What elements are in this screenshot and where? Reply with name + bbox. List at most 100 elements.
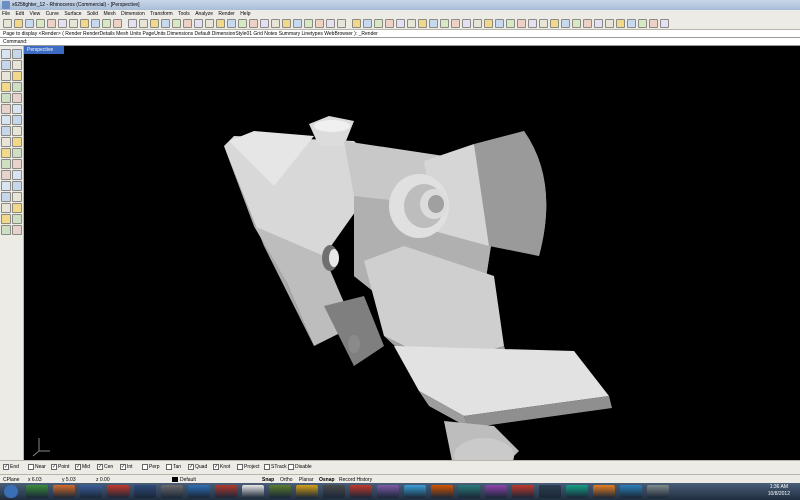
osnap-end[interactable]: ✓ End bbox=[3, 464, 19, 472]
modeling-tool-icon[interactable] bbox=[1, 159, 11, 169]
toolbar-button-icon[interactable] bbox=[484, 19, 493, 28]
menu-render[interactable]: Render bbox=[216, 10, 236, 17]
toolbar-button-icon[interactable] bbox=[616, 19, 625, 28]
modeling-tool-icon[interactable] bbox=[12, 104, 22, 114]
osnap-int-checkbox[interactable]: ✓ bbox=[120, 464, 126, 470]
osnap-mid-checkbox[interactable]: ✓ bbox=[75, 464, 81, 470]
osnap-disable-checkbox[interactable] bbox=[288, 464, 294, 470]
modeling-tool-icon[interactable] bbox=[1, 148, 11, 158]
modeling-tool-icon[interactable] bbox=[1, 115, 11, 125]
toolbar-button-icon[interactable] bbox=[561, 19, 570, 28]
osnap-strack-checkbox[interactable] bbox=[264, 464, 270, 470]
modeling-tool-icon[interactable] bbox=[1, 71, 11, 81]
modeling-tool-icon[interactable] bbox=[1, 214, 11, 224]
taskbar-app-icon[interactable] bbox=[512, 485, 534, 498]
toolbar-button-icon[interactable] bbox=[363, 19, 372, 28]
modeling-tool-icon[interactable] bbox=[12, 82, 22, 92]
modeling-tool-icon[interactable] bbox=[12, 71, 22, 81]
toolbar-button-icon[interactable] bbox=[649, 19, 658, 28]
toolbar-button-icon[interactable] bbox=[102, 19, 111, 28]
taskbar-app-icon[interactable] bbox=[539, 485, 561, 498]
modeling-tool-icon[interactable] bbox=[1, 49, 11, 59]
toolbar-button-icon[interactable] bbox=[583, 19, 592, 28]
taskbar-app-icon[interactable] bbox=[26, 485, 48, 498]
modeling-tool-icon[interactable] bbox=[12, 170, 22, 180]
osnap-point[interactable]: ✓ Point bbox=[51, 464, 69, 472]
toolbar-button-icon[interactable] bbox=[495, 19, 504, 28]
taskbar-app-icon[interactable] bbox=[80, 485, 102, 498]
toolbar-button-icon[interactable] bbox=[150, 19, 159, 28]
toolbar-button-icon[interactable] bbox=[14, 19, 23, 28]
start-button-icon[interactable] bbox=[4, 485, 18, 498]
toolbar-button-icon[interactable] bbox=[337, 19, 346, 28]
toolbar-button-icon[interactable] bbox=[627, 19, 636, 28]
modeling-tool-icon[interactable] bbox=[1, 192, 11, 202]
toolbar-button-icon[interactable] bbox=[385, 19, 394, 28]
toolbar-button-icon[interactable] bbox=[139, 19, 148, 28]
toolbar-button-icon[interactable] bbox=[172, 19, 181, 28]
osnap-near[interactable]: Near bbox=[28, 464, 46, 472]
osnap-perp[interactable]: Perp bbox=[142, 464, 160, 472]
toolbar-button-icon[interactable] bbox=[660, 19, 669, 28]
taskbar-app-icon[interactable] bbox=[296, 485, 318, 498]
menu-dimension[interactable]: Dimension bbox=[119, 10, 147, 17]
modeling-tool-icon[interactable] bbox=[1, 93, 11, 103]
modeling-tool-icon[interactable] bbox=[12, 93, 22, 103]
taskbar-app-icon[interactable] bbox=[593, 485, 615, 498]
modeling-tool-icon[interactable] bbox=[12, 203, 22, 213]
taskbar-app-icon[interactable] bbox=[377, 485, 399, 498]
toolbar-button-icon[interactable] bbox=[451, 19, 460, 28]
command-line[interactable]: Command: bbox=[0, 38, 800, 46]
osnap-end-checkbox[interactable]: ✓ bbox=[3, 464, 9, 470]
toolbar-button-icon[interactable] bbox=[550, 19, 559, 28]
taskbar-app-icon[interactable] bbox=[215, 485, 237, 498]
modeling-tool-icon[interactable] bbox=[12, 60, 22, 70]
toolbar-button-icon[interactable] bbox=[462, 19, 471, 28]
osnap-near-checkbox[interactable] bbox=[28, 464, 34, 470]
toolbar-button-icon[interactable] bbox=[216, 19, 225, 28]
toolbar-button-icon[interactable] bbox=[326, 19, 335, 28]
osnap-knot-checkbox[interactable]: ✓ bbox=[213, 464, 219, 470]
toolbar-button-icon[interactable] bbox=[282, 19, 291, 28]
modeling-tool-icon[interactable] bbox=[1, 60, 11, 70]
osnap-disable[interactable]: Disable bbox=[288, 464, 312, 472]
modeling-tool-icon[interactable] bbox=[1, 225, 11, 235]
osnap-tan-checkbox[interactable] bbox=[166, 464, 172, 470]
toolbar-button-icon[interactable] bbox=[69, 19, 78, 28]
osnap-int[interactable]: ✓ Int bbox=[120, 464, 133, 472]
modeling-tool-icon[interactable] bbox=[12, 225, 22, 235]
toolbar-button-icon[interactable] bbox=[594, 19, 603, 28]
taskbar-app-icon[interactable] bbox=[53, 485, 75, 498]
taskbar-app-icon[interactable] bbox=[323, 485, 345, 498]
toolbar-button-icon[interactable] bbox=[407, 19, 416, 28]
modeling-tool-icon[interactable] bbox=[12, 49, 22, 59]
osnap-mid[interactable]: ✓ Mid bbox=[75, 464, 90, 472]
taskbar-app-icon[interactable] bbox=[458, 485, 480, 498]
osnap-quad[interactable]: ✓ Quad bbox=[188, 464, 207, 472]
osnap-cen-checkbox[interactable]: ✓ bbox=[97, 464, 103, 470]
osnap-point-checkbox[interactable]: ✓ bbox=[51, 464, 57, 470]
taskbar-app-icon[interactable] bbox=[242, 485, 264, 498]
toolbar-button-icon[interactable] bbox=[80, 19, 89, 28]
toolbar-button-icon[interactable] bbox=[161, 19, 170, 28]
toolbar-button-icon[interactable] bbox=[539, 19, 548, 28]
menu-surface[interactable]: Surface bbox=[62, 10, 83, 17]
osnap-project-checkbox[interactable] bbox=[237, 464, 243, 470]
taskbar-app-icon[interactable] bbox=[350, 485, 372, 498]
toolbar-button-icon[interactable] bbox=[374, 19, 383, 28]
modeling-tool-icon[interactable] bbox=[1, 104, 11, 114]
taskbar-app-icon[interactable] bbox=[134, 485, 156, 498]
menu-edit[interactable]: Edit bbox=[13, 10, 26, 17]
taskbar-app-icon[interactable] bbox=[566, 485, 588, 498]
toolbar-button-icon[interactable] bbox=[429, 19, 438, 28]
menu-mesh[interactable]: Mesh bbox=[101, 10, 117, 17]
modeling-tool-icon[interactable] bbox=[1, 137, 11, 147]
taskbar-app-icon[interactable] bbox=[431, 485, 453, 498]
toolbar-button-icon[interactable] bbox=[440, 19, 449, 28]
toolbar-button-icon[interactable] bbox=[572, 19, 581, 28]
menu-tools[interactable]: Tools bbox=[176, 10, 192, 17]
taskbar-app-icon[interactable] bbox=[620, 485, 642, 498]
modeling-tool-icon[interactable] bbox=[12, 181, 22, 191]
toolbar-button-icon[interactable] bbox=[227, 19, 236, 28]
osnap-tan[interactable]: Tan bbox=[166, 464, 181, 472]
